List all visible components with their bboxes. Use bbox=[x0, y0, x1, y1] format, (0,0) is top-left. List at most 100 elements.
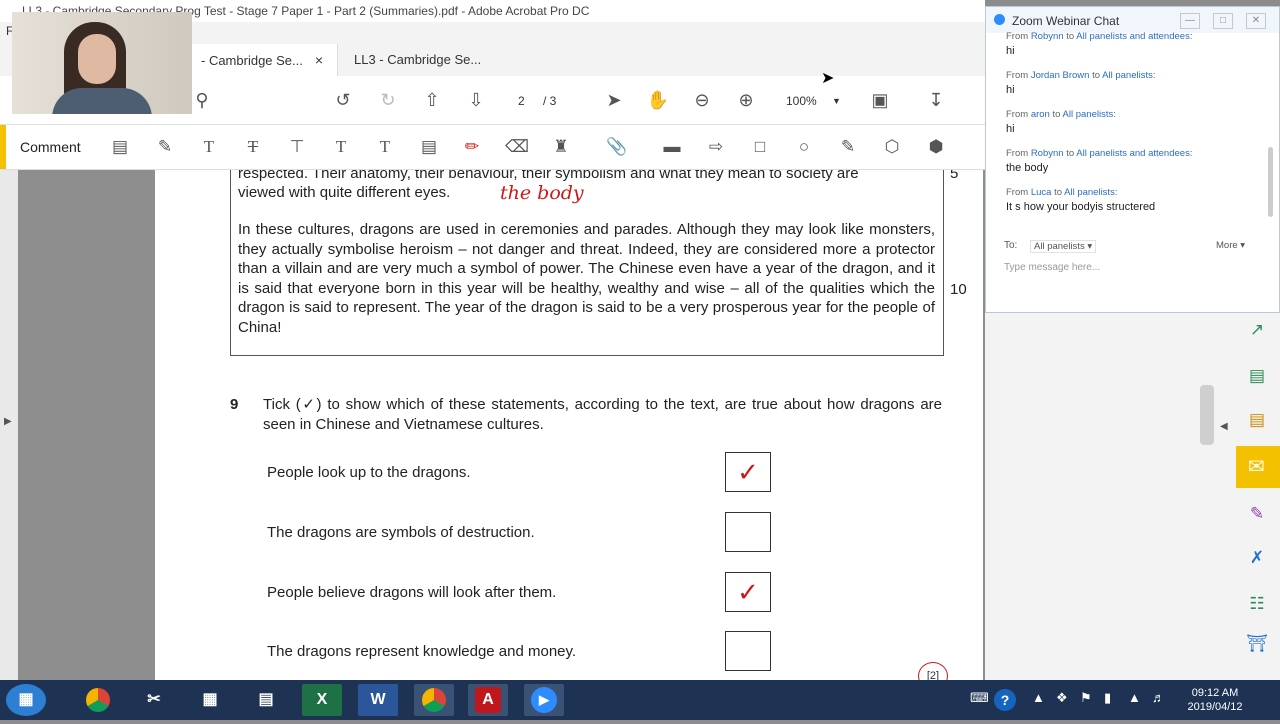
cloud-icon[interactable]: ⬢ bbox=[924, 135, 948, 159]
zoom-in-icon[interactable]: ⊕ bbox=[734, 88, 758, 112]
tab-label: - Cambridge Se... bbox=[201, 53, 303, 68]
volume-icon[interactable]: ♬ bbox=[1152, 690, 1165, 705]
rotate-left-icon[interactable]: ↺ bbox=[331, 88, 355, 112]
flag-icon[interactable]: ⚑ bbox=[1080, 690, 1092, 706]
chat-message-input[interactable]: Type message here... bbox=[1004, 262, 1100, 273]
scroll-mode-icon[interactable]: ↧ bbox=[924, 88, 948, 112]
oval-icon[interactable]: ○ bbox=[792, 135, 816, 159]
arrow-icon[interactable]: ⇨ bbox=[704, 135, 728, 159]
protect-icon[interactable]: ⛩ bbox=[1245, 632, 1269, 656]
clear-format-icon[interactable]: T bbox=[329, 135, 353, 159]
comment-label: Comment bbox=[20, 139, 81, 155]
underline-text-icon[interactable]: T bbox=[197, 135, 221, 159]
message-text: hi bbox=[1006, 45, 1015, 57]
message-text: the body bbox=[1006, 162, 1049, 174]
rectangle-icon[interactable]: □ bbox=[748, 135, 772, 159]
control-panel-icon[interactable]: ▤ bbox=[246, 684, 286, 716]
comment-icon: ✉ bbox=[1248, 456, 1265, 478]
callout-icon[interactable]: ✎ bbox=[836, 135, 860, 159]
snipping-tool-icon[interactable]: ✂ bbox=[134, 684, 174, 716]
line-number: 5 bbox=[950, 170, 959, 182]
pencil-icon[interactable]: ✏ bbox=[460, 135, 484, 159]
message-meta: From Luca to All panelists: bbox=[1006, 187, 1118, 198]
statement-3: People believe dragons will look after t… bbox=[267, 584, 557, 601]
show-hidden-icons-icon[interactable]: ▲ bbox=[1032, 690, 1045, 705]
highlight-icon[interactable]: ✎ bbox=[153, 135, 177, 159]
strikethrough-icon[interactable]: T bbox=[241, 135, 265, 159]
calculator-icon[interactable]: ▦ bbox=[190, 684, 230, 716]
page-number-input[interactable]: 2 bbox=[518, 94, 525, 108]
rotate-right-icon[interactable]: ↻ bbox=[376, 88, 400, 112]
passage-line-1: respected. Their anatomy, their behaviou… bbox=[238, 170, 859, 182]
webcam-video bbox=[12, 12, 192, 114]
tick-box-2[interactable] bbox=[725, 512, 771, 552]
organize-pages-icon[interactable]: ☷ bbox=[1245, 592, 1269, 616]
polygon-icon[interactable]: ⬡ bbox=[880, 135, 904, 159]
start-button-icon[interactable]: ▦ bbox=[6, 684, 46, 716]
replace-text-icon[interactable]: ⊤ bbox=[285, 135, 309, 159]
message-meta: From aron to All panelists: bbox=[1006, 109, 1116, 120]
zoom-taskbar-icon[interactable]: ▶ bbox=[524, 684, 564, 716]
help-icon[interactable]: ? bbox=[994, 689, 1016, 711]
more-button[interactable]: More ▾ bbox=[1216, 240, 1245, 251]
maximize-button[interactable]: □ bbox=[1213, 13, 1233, 29]
device-icon[interactable]: ▮ bbox=[1104, 690, 1111, 706]
chat-scrollbar[interactable] bbox=[1268, 147, 1273, 217]
chrome-active-icon[interactable] bbox=[414, 684, 454, 716]
zoom-out-icon[interactable]: ⊖ bbox=[690, 88, 714, 112]
acrobat-icon[interactable]: A bbox=[468, 684, 508, 716]
zoom-search-icon[interactable]: ⚲ bbox=[190, 88, 214, 112]
next-page-icon[interactable]: ⇩ bbox=[464, 88, 488, 112]
tick-box-4[interactable] bbox=[725, 631, 771, 671]
tick-box-1[interactable]: ✓ bbox=[725, 452, 771, 492]
collapse-panel-icon[interactable]: ◀ bbox=[1220, 421, 1228, 432]
clock[interactable]: 09:12 AM 2019/04/12 bbox=[1180, 686, 1250, 714]
export-pdf-icon[interactable]: ↗ bbox=[1245, 318, 1269, 342]
message-meta: From Robynn to All panelists and attende… bbox=[1006, 31, 1193, 42]
hand-tool-icon[interactable]: ✋ bbox=[646, 88, 670, 112]
minimize-button[interactable]: — bbox=[1180, 13, 1200, 29]
zoom-level-select[interactable]: 100% bbox=[786, 94, 817, 108]
fit-page-icon[interactable]: ▣ bbox=[868, 88, 892, 112]
edit-pdf-icon[interactable]: ▤ bbox=[1245, 364, 1269, 388]
recipient-select[interactable]: All panelists ▾ bbox=[1030, 240, 1097, 253]
close-button[interactable]: ✕ bbox=[1246, 13, 1266, 29]
mouse-cursor-icon: ➤ bbox=[821, 70, 835, 87]
add-text-icon[interactable]: T bbox=[373, 135, 397, 159]
statement-4: The dragons represent knowledge and mone… bbox=[267, 643, 577, 660]
left-pane-strip: ▶ bbox=[0, 170, 18, 680]
network-icon[interactable]: ▲ bbox=[1128, 690, 1141, 705]
select-tool-icon[interactable]: ➤ bbox=[602, 88, 626, 112]
message-text: hi bbox=[1006, 123, 1015, 135]
tab-document-2[interactable]: LL3 - Cambridge Se... bbox=[340, 44, 495, 76]
eraser-icon[interactable]: ⌫ bbox=[505, 135, 529, 159]
keyboard-icon[interactable]: ⌨ bbox=[970, 690, 989, 706]
sticky-note-icon[interactable]: ▤ bbox=[108, 135, 132, 159]
message-text: hi bbox=[1006, 84, 1015, 96]
tick-box-3[interactable]: ✓ bbox=[725, 572, 771, 612]
line-number: 10 bbox=[950, 281, 967, 298]
dropbox-icon[interactable]: ❖ bbox=[1056, 690, 1068, 706]
presenter-face bbox=[78, 34, 116, 84]
word-icon[interactable]: W bbox=[358, 684, 398, 716]
text-box-icon[interactable]: ▤ bbox=[417, 135, 441, 159]
fill-sign-icon[interactable]: ✎ bbox=[1245, 502, 1269, 526]
tab-document-1[interactable]: - Cambridge Se... × bbox=[186, 44, 339, 76]
expand-left-pane-icon[interactable]: ▶ bbox=[4, 416, 12, 427]
statement-2: The dragons are symbols of destruction. bbox=[267, 524, 535, 541]
previous-page-icon[interactable]: ⇧ bbox=[420, 88, 444, 112]
chevron-down-icon[interactable]: ▼ bbox=[832, 96, 841, 106]
message-meta: From Robynn to All panelists and attende… bbox=[1006, 148, 1193, 159]
chat-header: Zoom Webinar Chat — □ ✕ bbox=[986, 7, 1279, 33]
stamp-icon[interactable]: ♜ bbox=[549, 135, 573, 159]
send-signature-icon[interactable]: ✗ bbox=[1245, 546, 1269, 570]
tab-label: LL3 - Cambridge Se... bbox=[354, 52, 482, 67]
scrollbar-thumb[interactable] bbox=[1200, 385, 1214, 445]
attach-icon[interactable]: 📎 bbox=[605, 135, 629, 159]
chrome-icon[interactable] bbox=[78, 684, 118, 716]
line-icon[interactable]: ▬ bbox=[660, 135, 684, 159]
close-icon[interactable]: × bbox=[315, 52, 323, 68]
create-pdf-icon[interactable]: ▤ bbox=[1245, 408, 1269, 432]
comment-tool-active[interactable]: ✉ bbox=[1236, 446, 1280, 488]
excel-icon[interactable]: X bbox=[302, 684, 342, 716]
